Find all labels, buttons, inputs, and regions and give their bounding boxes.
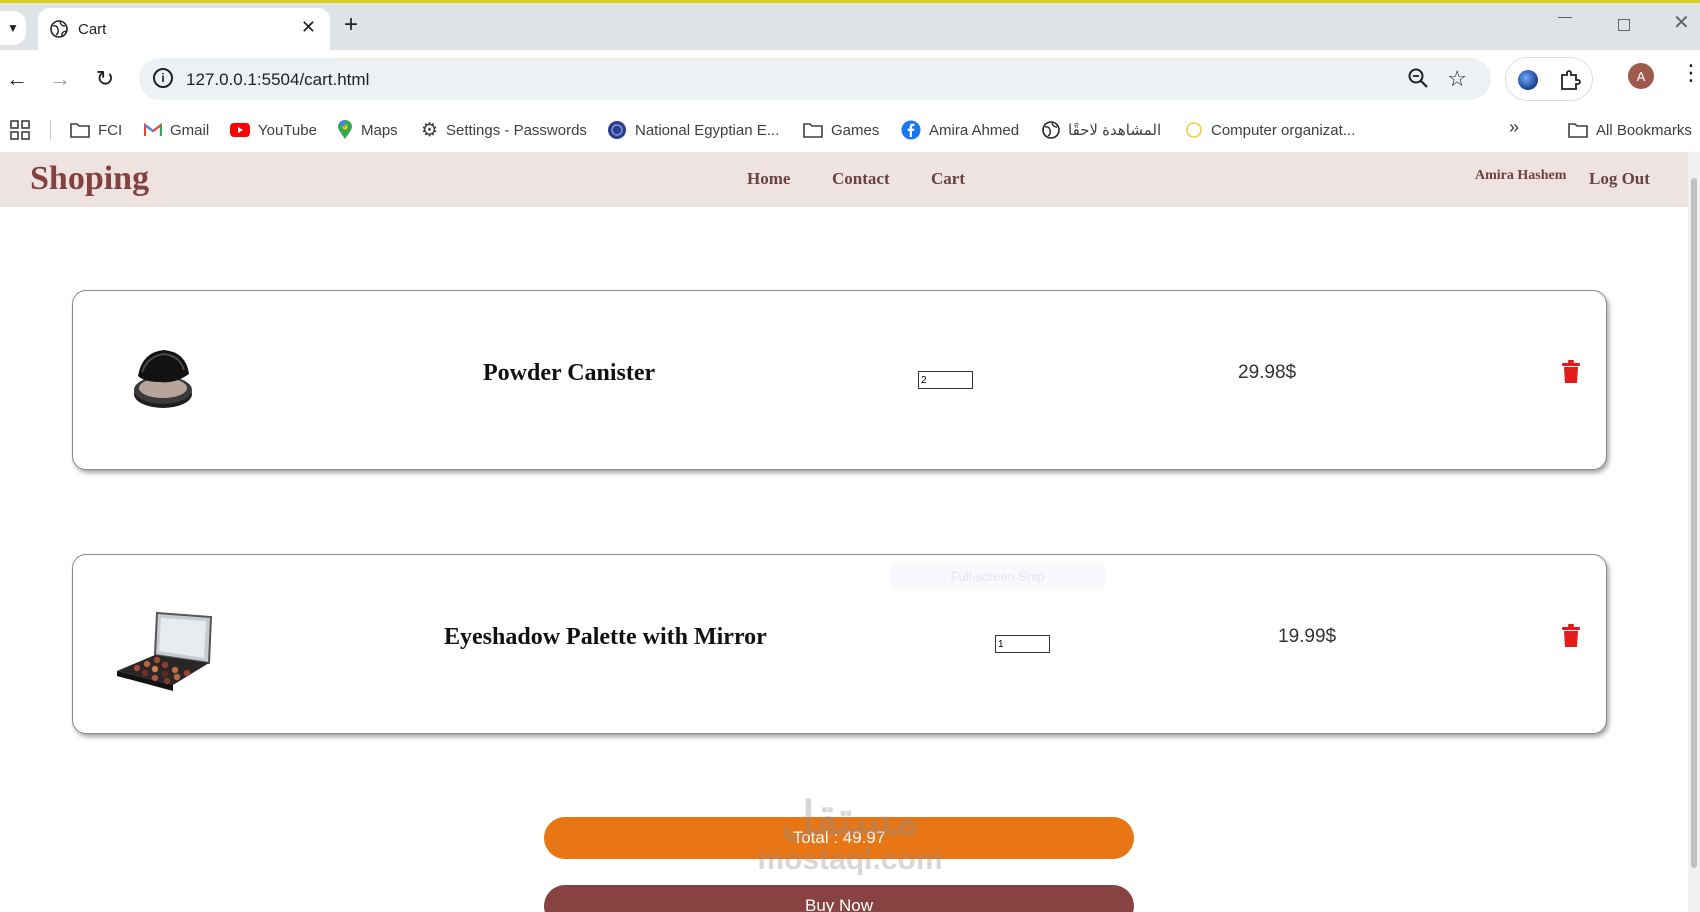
site-navbar: Shoping Home Contact Cart Amira Hashem L… — [0, 152, 1690, 207]
extensions-group — [1505, 57, 1593, 101]
bookmark-label: FCI — [98, 121, 123, 139]
avatar[interactable]: A — [1628, 63, 1654, 89]
bookmarks-bar: FCI Gmail YouTube Maps ⚙ Settings - Pass… — [0, 108, 1700, 152]
close-icon[interactable]: ✕ — [301, 17, 316, 38]
bookmark-games[interactable]: Games — [803, 118, 879, 142]
logout-link[interactable]: Log Out — [1589, 169, 1650, 189]
bookmark-gmail[interactable]: Gmail — [144, 118, 209, 142]
back-button[interactable]: ← — [2, 64, 32, 94]
maps-icon — [338, 120, 352, 139]
bookmark-label: National Egyptian E... — [635, 121, 780, 139]
snip-tooltip: Full-screen Snip — [890, 563, 1105, 589]
youtube-icon — [230, 123, 250, 137]
zoom-icon[interactable] — [1407, 67, 1429, 89]
arrow-right-icon: → — [49, 66, 71, 91]
item-name: Powder Canister — [483, 360, 656, 386]
gear-icon: ⚙ — [421, 119, 439, 141]
cart-item: Eyeshadow Palette with Mirror 19.99$ — [72, 554, 1607, 734]
total-bar: Total : 49.97 — [544, 817, 1134, 859]
buy-now-button[interactable]: Buy Now — [544, 885, 1134, 912]
eyeshadow-palette-image — [117, 611, 213, 691]
item-price: 29.98$ — [1238, 362, 1297, 383]
scrollbar-thumb[interactable] — [1691, 178, 1697, 868]
arrow-left-icon: ← — [6, 66, 28, 91]
bookmark-computer-organization[interactable]: Computer organizat... — [1185, 118, 1355, 142]
facebook-icon — [901, 120, 921, 140]
bookmark-label: YouTube — [258, 121, 317, 139]
address-bar[interactable]: i 127.0.0.1:5504/cart.html ☆ — [139, 58, 1491, 100]
site-info-icon[interactable]: i — [153, 68, 173, 88]
bookmark-label: Computer organizat... — [1211, 121, 1356, 139]
trash-icon[interactable] — [1561, 624, 1581, 648]
trash-icon[interactable] — [1561, 360, 1581, 384]
bookmarks-separator — [50, 120, 51, 140]
avatar-letter: A — [1636, 68, 1646, 84]
reload-icon: ↻ — [95, 66, 115, 91]
chevron-down-icon: ▼ — [7, 21, 19, 35]
bookmark-fci[interactable]: FCI — [70, 118, 122, 142]
tab-cart[interactable]: Cart ✕ — [38, 8, 330, 50]
minimize-button[interactable] — [1558, 17, 1572, 18]
bookmark-label: المشاهدة لاحقًا — [1068, 122, 1162, 139]
browser-toolbar: ← → ↻ i 127.0.0.1:5504/cart.html ☆ A ⋮ — [0, 50, 1700, 108]
user-name: Amira Hashem — [1475, 168, 1567, 183]
quantity-input[interactable] — [995, 635, 1050, 653]
bookmark-amira-ahmed[interactable]: Amira Ahmed — [901, 118, 1019, 142]
bookmark-label: Games — [831, 121, 880, 139]
globe-icon — [608, 121, 626, 139]
page-viewport: Shoping Home Contact Cart Amira Hashem L… — [0, 152, 1700, 912]
bookmark-youtube[interactable]: YouTube — [230, 118, 317, 142]
nav-home[interactable]: Home — [747, 169, 790, 189]
apps-grid-icon[interactable] — [10, 120, 30, 140]
gmail-icon — [144, 123, 162, 136]
bookmark-watch-later[interactable]: المشاهدة لاحقًا — [1042, 118, 1161, 142]
bookmark-maps[interactable]: Maps — [337, 118, 398, 142]
powder-canister-image — [134, 350, 192, 408]
bookmark-star-icon[interactable]: ☆ — [1447, 66, 1467, 92]
item-name: Eyeshadow Palette with Mirror — [444, 624, 767, 650]
quantity-input[interactable] — [918, 371, 973, 389]
puzzle-icon[interactable] — [1558, 68, 1582, 92]
extension-globe-icon[interactable] — [1518, 70, 1538, 90]
globe-icon — [1042, 121, 1060, 139]
restore-button[interactable] — [1618, 19, 1630, 31]
more-menu-icon[interactable]: ⋮ — [1680, 62, 1700, 84]
window-close-button[interactable]: ✕ — [1673, 13, 1690, 33]
globe-icon — [50, 20, 68, 38]
all-bookmarks-label: All Bookmarks — [1596, 121, 1692, 139]
site-brand[interactable]: Shoping — [30, 160, 149, 198]
new-tab-button[interactable]: + — [344, 13, 358, 37]
bookmark-label: Settings - Passwords — [446, 121, 587, 139]
bookmark-label: Amira Ahmed — [929, 121, 1020, 139]
tab-search-button[interactable]: ▼ — [0, 11, 26, 45]
tab-title: Cart — [78, 21, 107, 38]
bookmark-label: Maps — [361, 121, 398, 139]
bookmark-label: Gmail — [170, 121, 210, 139]
page-scrollbar[interactable] — [1688, 152, 1700, 912]
reload-button[interactable]: ↻ — [90, 64, 120, 94]
bookmark-national-egyptian[interactable]: National Egyptian E... — [607, 118, 779, 142]
bookmark-settings-passwords[interactable]: ⚙ Settings - Passwords — [421, 118, 587, 142]
cart-item: Powder Canister 29.98$ — [72, 290, 1607, 470]
nav-cart[interactable]: Cart — [931, 169, 965, 189]
folder-icon — [803, 123, 823, 138]
loading-icon — [1186, 122, 1202, 138]
tab-strip: ▼ Cart ✕ + ✕ — [0, 3, 1700, 50]
folder-icon — [1568, 123, 1588, 138]
item-price: 19.99$ — [1278, 626, 1337, 647]
all-bookmarks[interactable]: All Bookmarks — [1568, 118, 1692, 142]
forward-button[interactable]: → — [45, 64, 75, 94]
bookmarks-overflow-icon[interactable]: » — [1509, 117, 1519, 138]
url-text[interactable]: 127.0.0.1:5504/cart.html — [186, 70, 369, 90]
browser-chrome: ▼ Cart ✕ + ✕ ← → ↻ i 127.0.0.1:5504/cart… — [0, 0, 1700, 152]
nav-contact[interactable]: Contact — [832, 169, 890, 189]
folder-icon — [70, 123, 90, 138]
